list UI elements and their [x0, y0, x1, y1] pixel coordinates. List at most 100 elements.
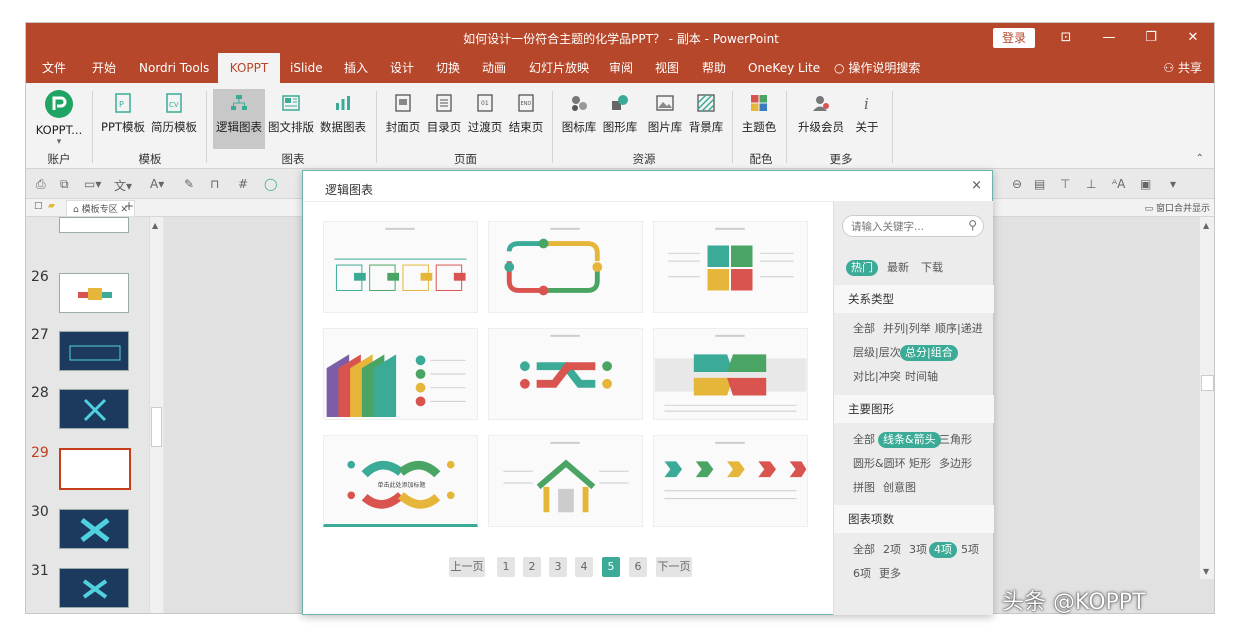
- tab-home[interactable]: 开始: [92, 53, 116, 83]
- filter-option[interactable]: 5项: [956, 542, 984, 558]
- slide-thumbnail[interactable]: [59, 568, 129, 608]
- koppt-account-button[interactable]: KOPPT... ▾: [34, 89, 84, 147]
- tell-me-search[interactable]: ○ 操作说明搜索: [834, 53, 920, 83]
- filter-option-active[interactable]: 线条&箭头: [878, 432, 941, 448]
- slide-thumbnail[interactable]: [59, 331, 129, 371]
- background-library-button[interactable]: 背景库: [686, 89, 726, 135]
- thumbnail-scrollbar[interactable]: ▲: [149, 217, 163, 613]
- logic-chart-button[interactable]: 逻辑图表: [213, 89, 265, 149]
- textbox-icon[interactable]: ▭▾: [84, 177, 101, 191]
- theme-color-button[interactable]: 主题色: [739, 89, 779, 135]
- tab-transitions[interactable]: 切换: [436, 53, 460, 83]
- data-chart-button[interactable]: 数据图表: [318, 89, 368, 135]
- template-card[interactable]: [653, 328, 808, 420]
- template-card[interactable]: [323, 221, 478, 313]
- thumbnail-scroll-thumb[interactable]: [151, 407, 162, 447]
- slide-thumbnail[interactable]: [59, 389, 129, 429]
- distribute-icon[interactable]: ⊥: [1086, 177, 1096, 191]
- page-button-5-current[interactable]: 5: [602, 557, 620, 577]
- screenshot-icon[interactable]: ▤: [1034, 177, 1045, 191]
- end-page-button[interactable]: END 结束页: [506, 89, 546, 135]
- text-direction-icon[interactable]: 文▾: [114, 177, 132, 194]
- filter-option[interactable]: 全部: [848, 321, 880, 337]
- format-painter-icon[interactable]: ⊓: [210, 177, 219, 191]
- icon-library-button[interactable]: 图标库: [559, 89, 599, 135]
- collapse-ribbon-icon[interactable]: ⌃: [1196, 153, 1204, 164]
- filter-option[interactable]: 更多: [874, 566, 906, 582]
- font-size-icon[interactable]: ᴬA: [1112, 177, 1125, 191]
- scroll-up-icon[interactable]: ▲: [152, 221, 158, 230]
- filter-option[interactable]: 全部: [848, 432, 880, 448]
- filter-option[interactable]: 对比|冲突: [848, 369, 906, 385]
- new-file-icon[interactable]: □: [34, 201, 43, 211]
- filter-option[interactable]: 并列|列举: [878, 321, 936, 337]
- sort-tab-downloads[interactable]: 下载: [916, 260, 948, 276]
- cover-page-button[interactable]: 封面页: [383, 89, 423, 135]
- about-button[interactable]: i 关于: [852, 89, 882, 135]
- filter-option[interactable]: 时间轴: [900, 369, 943, 385]
- ppt-template-button[interactable]: P PPT模板: [100, 89, 146, 135]
- align-icon[interactable]: ⊤: [1060, 177, 1070, 191]
- add-tab-icon[interactable]: +: [124, 199, 134, 213]
- lock-icon[interactable]: ⊖: [1012, 177, 1022, 191]
- tab-koppt[interactable]: KOPPT: [218, 53, 280, 83]
- filter-option[interactable]: 2项: [878, 542, 906, 558]
- dialog-close-icon[interactable]: ×: [971, 178, 982, 193]
- filter-option[interactable]: 矩形: [904, 456, 936, 472]
- tab-onekey-lite[interactable]: OneKey Lite: [748, 53, 820, 83]
- page-button-4[interactable]: 4: [575, 557, 593, 577]
- template-card[interactable]: [653, 435, 808, 527]
- scroll-down-icon[interactable]: ▼: [1203, 567, 1209, 576]
- minimize-button[interactable]: —: [1094, 28, 1124, 48]
- tab-nordri-tools[interactable]: Nordri Tools: [139, 53, 209, 83]
- slide-thumbnail[interactable]: [59, 509, 129, 549]
- filter-option[interactable]: 顺序|递进: [930, 321, 988, 337]
- template-card[interactable]: [653, 221, 808, 313]
- login-button[interactable]: 登录: [993, 28, 1035, 48]
- filter-option[interactable]: 多边形: [934, 456, 977, 472]
- search-icon[interactable]: ⚲: [968, 218, 977, 232]
- tab-animations[interactable]: 动画: [482, 53, 506, 83]
- crop-icon[interactable]: ⧉: [60, 177, 69, 192]
- share-button[interactable]: ⚇ 共享: [1163, 53, 1202, 83]
- tab-slideshow[interactable]: 幻灯片放映: [529, 53, 589, 83]
- canvas-scroll-thumb[interactable]: [1201, 375, 1214, 391]
- filter-option[interactable]: 拼图: [848, 480, 880, 496]
- more-icon[interactable]: ▾: [1170, 177, 1176, 191]
- template-card[interactable]: [488, 328, 643, 420]
- page-button-6[interactable]: 6: [629, 557, 647, 577]
- scroll-up-icon[interactable]: ▲: [1203, 221, 1209, 230]
- sort-tab-newest[interactable]: 最新: [882, 260, 914, 276]
- search-input[interactable]: [851, 219, 961, 235]
- tab-review[interactable]: 审阅: [609, 53, 633, 83]
- slide-thumbnail[interactable]: [59, 273, 129, 313]
- filter-option[interactable]: 创意图: [878, 480, 921, 496]
- filter-option[interactable]: 层级|层次: [848, 345, 906, 361]
- eyedropper-icon[interactable]: ✎: [184, 177, 194, 191]
- folder-icon[interactable]: ▰: [48, 201, 55, 211]
- resume-template-button[interactable]: CV 简历模板: [149, 89, 199, 135]
- prev-page-button[interactable]: 上一页: [449, 557, 485, 577]
- filter-option[interactable]: 3项: [904, 542, 932, 558]
- tab-help[interactable]: 帮助: [702, 53, 726, 83]
- filter-option[interactable]: 全部: [848, 542, 880, 558]
- template-grid-scrollbar[interactable]: [813, 201, 833, 611]
- transition-page-button[interactable]: 01 过渡页: [465, 89, 505, 135]
- toc-page-button[interactable]: 目录页: [424, 89, 464, 135]
- image-text-layout-button[interactable]: 图文排版: [266, 89, 316, 135]
- image-icon[interactable]: ▣: [1140, 177, 1151, 191]
- next-page-button[interactable]: 下一页: [656, 557, 692, 577]
- shape-fill-icon[interactable]: ◯: [264, 177, 277, 191]
- ribbon-display-icon[interactable]: ⊡: [1051, 28, 1081, 48]
- print-icon[interactable]: ⎙: [36, 177, 46, 192]
- tab-design[interactable]: 设计: [390, 53, 414, 83]
- slide-thumbnail-current[interactable]: [59, 448, 131, 490]
- page-button-3[interactable]: 3: [549, 557, 567, 577]
- canvas-scrollbar[interactable]: ▲ ▼: [1200, 217, 1214, 579]
- sort-tab-hot[interactable]: 热门: [846, 260, 878, 276]
- tab-islide[interactable]: iSlide: [290, 53, 323, 83]
- font-color-icon[interactable]: A▾: [150, 177, 164, 191]
- filter-option[interactable]: 三角形: [934, 432, 977, 448]
- template-card[interactable]: [488, 435, 643, 527]
- close-button[interactable]: ✕: [1178, 28, 1208, 48]
